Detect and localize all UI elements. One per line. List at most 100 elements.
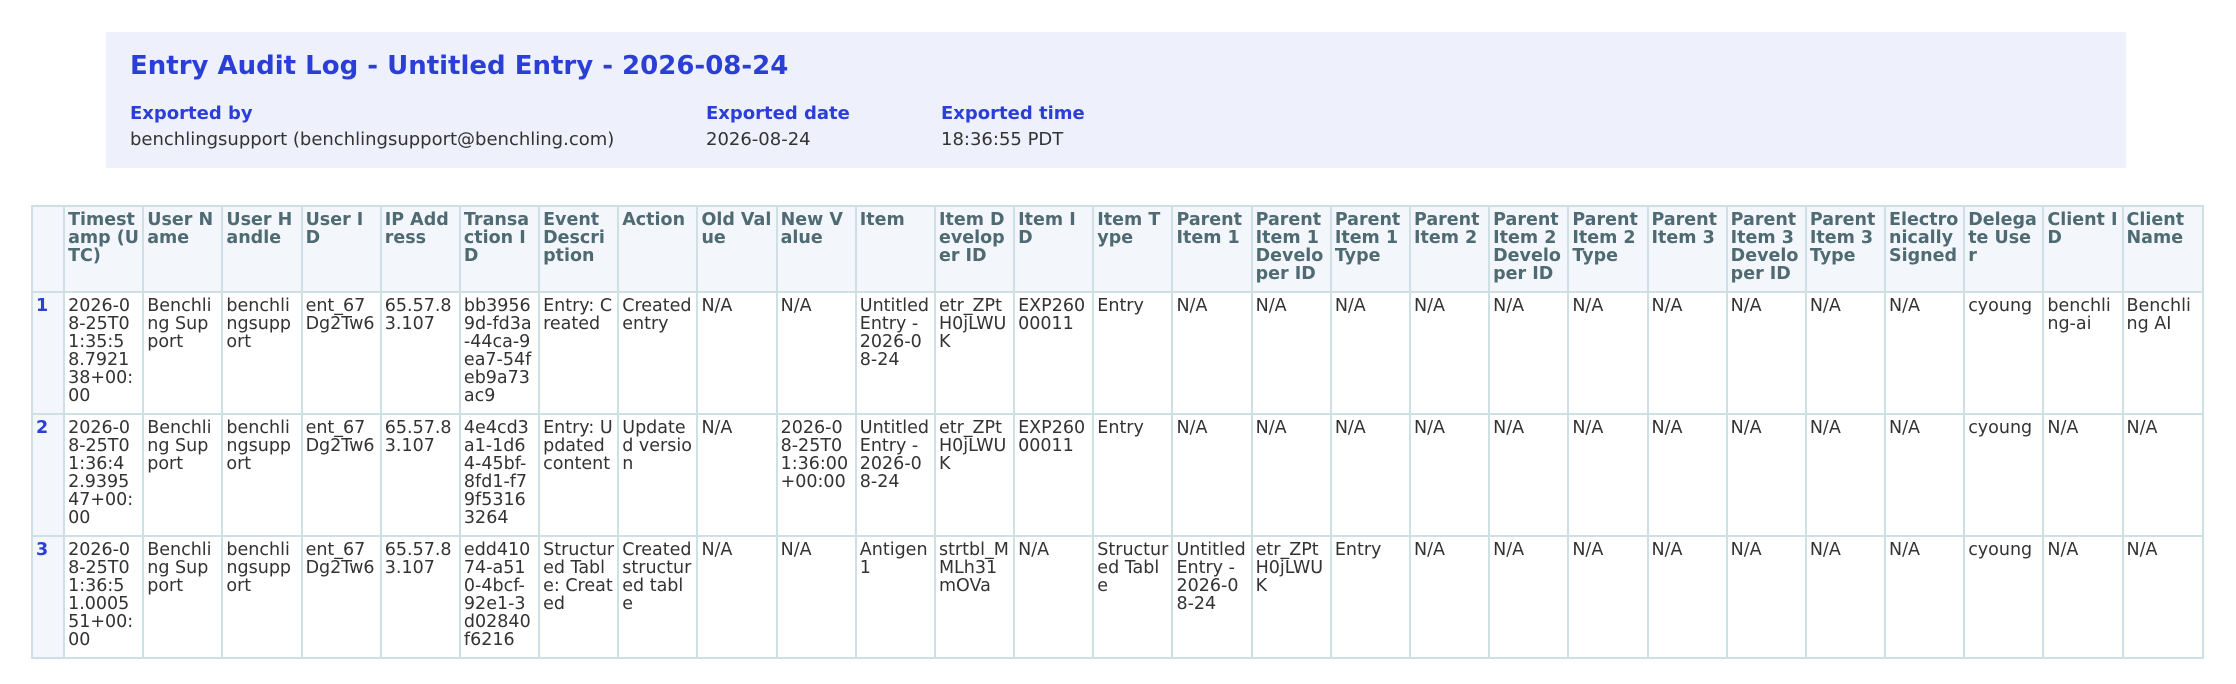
- table-cell: Untitled Entry - 2026-08-24: [854, 413, 936, 537]
- table-cell: N/A: [1725, 413, 1807, 537]
- table-row: 1 2026-08-25T01:35:58.792138+00:00 Benchli…: [30, 291, 2205, 415]
- column-header: Client ID: [2042, 205, 2124, 293]
- table-cell: 2026-08-25T01:36:42.939547+00:00: [63, 413, 145, 537]
- table-cell: Updated version: [617, 413, 699, 537]
- table-cell: N/A: [1804, 291, 1887, 415]
- table-cell: Entry: [1329, 535, 1411, 659]
- page-title: Entry Audit Log - Untitled Entry - 2026-…: [130, 51, 789, 81]
- export-meta: Exported by benchlingsupport (benchlings…: [130, 102, 2102, 154]
- table-cell: N/A: [1884, 413, 1966, 537]
- table-cell: N/A: [1013, 535, 1095, 659]
- table-row: 3 2026-08-25T01:36:51.000551+00:00 Benchli…: [30, 535, 2205, 659]
- table-cell: Benchling Support: [142, 535, 224, 659]
- column-header: Parent Item 2 Type: [1567, 205, 1649, 293]
- table-cell: 2026-08-25T01:35:58.792138+00:00: [63, 291, 145, 415]
- table-cell: N/A: [1884, 291, 1966, 415]
- table-cell: Benchling AI: [2121, 291, 2205, 415]
- audit-log-table: Timestamp (UTC) User Name User Handle User …: [30, 205, 2205, 659]
- exported-by-value: benchlingsupport (benchlingsupport@bench…: [130, 129, 615, 150]
- table-cell: edd41074-a510-4bcf-92e1-3d02840f6216: [458, 535, 541, 659]
- table-cell: cyoung: [1963, 413, 2045, 537]
- column-header: Parent Item 3: [1646, 205, 1728, 293]
- table-cell: EXP26000011: [1013, 413, 1095, 537]
- table-cell: benchling-ai: [2042, 291, 2124, 415]
- column-header: Action: [617, 205, 699, 293]
- table-cell: N/A: [2042, 413, 2124, 537]
- column-header: Parent Item 2 Developer ID: [1488, 205, 1570, 293]
- table-cell: N/A: [1646, 535, 1728, 659]
- exported-time-label: Exported time: [941, 103, 1085, 124]
- table-cell: N/A: [1567, 535, 1649, 659]
- table-cell: N/A: [1488, 413, 1570, 537]
- table-cell: N/A: [1646, 291, 1728, 415]
- table-cell: 2026-08-25T01:36:00+00:00: [775, 413, 857, 537]
- column-header: Parent Item 1: [1171, 205, 1253, 293]
- table-cell: cyoung: [1963, 535, 2045, 659]
- table-cell: 65.57.83.107: [379, 291, 461, 415]
- table-cell: N/A: [696, 291, 778, 415]
- column-header: Event Description: [538, 205, 620, 293]
- table-cell: N/A: [775, 535, 857, 659]
- table-cell: EXP26000011: [1013, 291, 1095, 415]
- table-cell: N/A: [775, 291, 857, 415]
- table-cell: N/A: [1171, 413, 1253, 537]
- column-header: New Value: [775, 205, 857, 293]
- table-cell: cyoung: [1963, 291, 2045, 415]
- table-cell: N/A: [696, 413, 778, 537]
- table-cell: Benchling Support: [142, 413, 224, 537]
- row-number: 1: [30, 291, 66, 415]
- exported-date-label: Exported date: [706, 103, 850, 124]
- table-cell: N/A: [1329, 291, 1411, 415]
- table-cell: benchlingsupport: [221, 291, 303, 415]
- table-cell: Untitled Entry - 2026-08-24: [1171, 535, 1253, 659]
- table-cell: N/A: [1329, 413, 1411, 537]
- table-cell: Created entry: [617, 291, 699, 415]
- column-header: Item ID: [1013, 205, 1095, 293]
- table-cell: N/A: [1408, 413, 1491, 537]
- row-number: 3: [30, 535, 66, 659]
- column-header: Delegate User: [1963, 205, 2045, 293]
- table-cell: N/A: [1804, 413, 1887, 537]
- table-cell: N/A: [2042, 535, 2124, 659]
- table-cell: bb39569d-fd3a-44ca-9ea7-54feb9a73ac9: [458, 291, 541, 415]
- table-cell: 2026-08-25T01:36:51.000551+00:00: [63, 535, 145, 659]
- table-cell: ent_67Dg2Tw6: [300, 535, 382, 659]
- column-header: Parent Item 1 Developer ID: [1250, 205, 1332, 293]
- table-cell: N/A: [1804, 535, 1887, 659]
- row-number: 2: [30, 413, 66, 537]
- table-cell: Entry: [1092, 291, 1174, 415]
- table-cell: N/A: [1250, 413, 1332, 537]
- table-cell: N/A: [1171, 291, 1253, 415]
- table-cell: ent_67Dg2Tw6: [300, 291, 382, 415]
- column-header: IP Address: [379, 205, 461, 293]
- table-cell: Structured Table: [1092, 535, 1174, 659]
- export-header: Entry Audit Log - Untitled Entry - 2026-…: [106, 32, 2126, 168]
- exported-date: Exported date 2026-08-24: [706, 102, 941, 154]
- table-cell: Structured Table: Created: [538, 535, 620, 659]
- column-header: Parent Item 1 Type: [1329, 205, 1411, 293]
- table-cell: N/A: [1250, 291, 1332, 415]
- column-header: User ID: [300, 205, 382, 293]
- table-cell: N/A: [2121, 413, 2205, 537]
- table-cell: N/A: [1646, 413, 1728, 537]
- table-cell: etr_ZPtH0jLWUK: [933, 413, 1016, 537]
- table-cell: strtbl_MMLh31mOVa: [933, 535, 1016, 659]
- column-header: Parent Item 2: [1408, 205, 1491, 293]
- exported-by-label: Exported by: [130, 103, 253, 124]
- column-header: User Name: [142, 205, 224, 293]
- header-corner: [30, 205, 66, 293]
- exported-by: Exported by benchlingsupport (benchlings…: [130, 102, 706, 154]
- column-header: Item Type: [1092, 205, 1174, 293]
- table-cell: Untitled Entry - 2026-08-24: [854, 291, 936, 415]
- table-cell: 65.57.83.107: [379, 413, 461, 537]
- table-cell: benchlingsupport: [221, 413, 303, 537]
- table-cell: N/A: [1488, 535, 1570, 659]
- table-cell: N/A: [1488, 291, 1570, 415]
- column-header: Old Value: [696, 205, 778, 293]
- column-header: Parent Item 3 Type: [1804, 205, 1887, 293]
- table-cell: N/A: [1408, 291, 1491, 415]
- table-cell: N/A: [1884, 535, 1966, 659]
- table-cell: Antigen 1: [854, 535, 936, 659]
- table-cell: N/A: [696, 535, 778, 659]
- column-header: Electronically Signed: [1884, 205, 1966, 293]
